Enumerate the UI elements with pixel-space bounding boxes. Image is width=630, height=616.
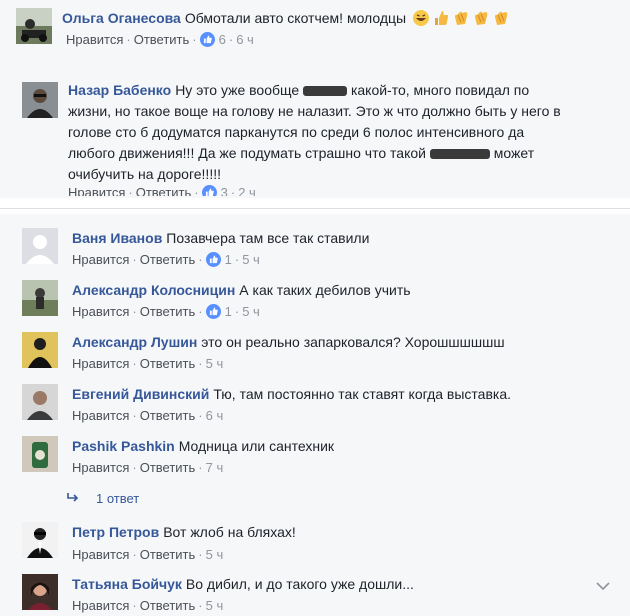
comment-time[interactable]: 5 ч xyxy=(206,356,224,371)
avatar[interactable] xyxy=(22,436,58,472)
avatar[interactable] xyxy=(22,384,58,420)
like-icon xyxy=(199,32,215,47)
comment-time[interactable]: 6 ч xyxy=(236,32,254,47)
comment-text: это он реально запарковался? Хорошшшшшш xyxy=(201,334,505,350)
comment-author[interactable]: Евгений Дивинский xyxy=(72,386,209,402)
clap-emoji xyxy=(455,11,468,25)
like-count[interactable]: 3 xyxy=(221,185,228,196)
reply-button[interactable]: Ответить xyxy=(140,252,196,267)
comment-text: Во дибил, и до такого уже дошли... xyxy=(185,576,414,592)
like-icon xyxy=(205,252,221,267)
reply-button[interactable]: Ответить xyxy=(140,598,196,613)
redacted-word xyxy=(303,86,348,97)
comment-text: какой-то, много повидал по xyxy=(350,82,530,98)
comment-text: может xyxy=(493,145,535,161)
reply-button[interactable]: Ответить xyxy=(136,185,192,196)
divider xyxy=(0,208,630,209)
avatar[interactable] xyxy=(22,280,58,316)
avatar[interactable] xyxy=(22,522,58,558)
comment-author[interactable]: Татьяна Бойчук xyxy=(72,576,182,592)
avatar[interactable] xyxy=(22,228,58,264)
reply-button[interactable]: Ответить xyxy=(140,304,196,319)
reply-button[interactable]: Ответить xyxy=(140,460,196,475)
avatar[interactable] xyxy=(22,332,58,368)
like-button[interactable]: Нравится xyxy=(72,547,129,562)
comment-time[interactable]: 7 ч xyxy=(206,460,224,475)
comment-time[interactable]: 5 ч xyxy=(206,598,224,613)
comment-text: Тю, там постоянно так ставят когда выста… xyxy=(213,386,512,402)
comment-author[interactable]: Назар Бабенко xyxy=(68,82,171,98)
view-replies-link[interactable]: 1 ответ xyxy=(66,490,139,508)
comment-time[interactable]: 5 ч xyxy=(206,547,224,562)
comment-author[interactable]: Pashik Pashkin xyxy=(72,438,175,454)
comment-author[interactable]: Александр Лушин xyxy=(72,334,197,350)
like-icon xyxy=(201,185,217,196)
comment-text: Ну это уже вообще xyxy=(175,82,300,98)
avatar[interactable] xyxy=(16,8,52,44)
reply-count[interactable]: 1 ответ xyxy=(96,491,139,506)
like-button[interactable]: Нравится xyxy=(72,460,129,475)
chevron-down-icon[interactable] xyxy=(596,581,610,591)
comment-text: очибучить на дороге!!!!! xyxy=(68,166,221,182)
comment-author[interactable]: Ольга Оганесова xyxy=(62,10,181,26)
like-icon xyxy=(205,304,221,319)
comment-text: А как таких дебилов учить xyxy=(239,282,411,298)
clap-emoji xyxy=(475,11,488,25)
like-button[interactable]: Нравится xyxy=(72,598,129,613)
reply-button[interactable]: Ответить xyxy=(140,356,196,371)
comment-time[interactable]: 5 ч xyxy=(242,304,260,319)
thumbs-up-emoji xyxy=(435,11,449,25)
comment-text: Обмотали авто скотчем! молодцы xyxy=(184,10,407,26)
avatar[interactable] xyxy=(22,574,58,610)
comment-text: любого движения!!! Да же подумать страшн… xyxy=(68,145,426,161)
like-count[interactable]: 1 xyxy=(225,252,232,267)
laugh-emoji xyxy=(413,10,430,26)
comment-author[interactable]: Александр Колосницин xyxy=(72,282,235,298)
comment-time[interactable]: 2 ч xyxy=(238,185,256,196)
like-button[interactable]: Нравится xyxy=(72,408,129,423)
like-button[interactable]: Нравится xyxy=(66,32,123,47)
like-count[interactable]: 1 xyxy=(225,304,232,319)
comment-text: жизни, но такое воще на голову не налази… xyxy=(68,103,561,119)
comment-text: Модница или сантехник xyxy=(178,438,335,454)
like-button[interactable]: Нравится xyxy=(72,356,129,371)
comment-author[interactable]: Петр Петров xyxy=(72,524,159,540)
like-button[interactable]: Нравится xyxy=(72,304,129,319)
comment-time[interactable]: 6 ч xyxy=(206,408,224,423)
comment-text: голове сто б додуматся парканутся по сре… xyxy=(68,124,525,140)
avatar[interactable] xyxy=(22,82,58,118)
comment-time[interactable]: 5 ч xyxy=(242,252,260,267)
redacted-word xyxy=(429,149,490,160)
reply-button[interactable]: Ответить xyxy=(134,32,190,47)
like-button[interactable]: Нравится xyxy=(72,252,129,267)
reply-button[interactable]: Ответить xyxy=(140,408,196,423)
like-button[interactable]: Нравится xyxy=(68,185,125,196)
clap-emoji xyxy=(495,11,508,25)
comment-text: Вот жлоб на бляхах! xyxy=(163,524,296,540)
reply-button[interactable]: Ответить xyxy=(140,547,196,562)
comment-text: Позавчера там все так ставили xyxy=(166,230,370,246)
reply-arrow-icon xyxy=(67,493,79,502)
like-count[interactable]: 6 xyxy=(219,32,226,47)
comment-author[interactable]: Ваня Иванов xyxy=(72,230,162,246)
